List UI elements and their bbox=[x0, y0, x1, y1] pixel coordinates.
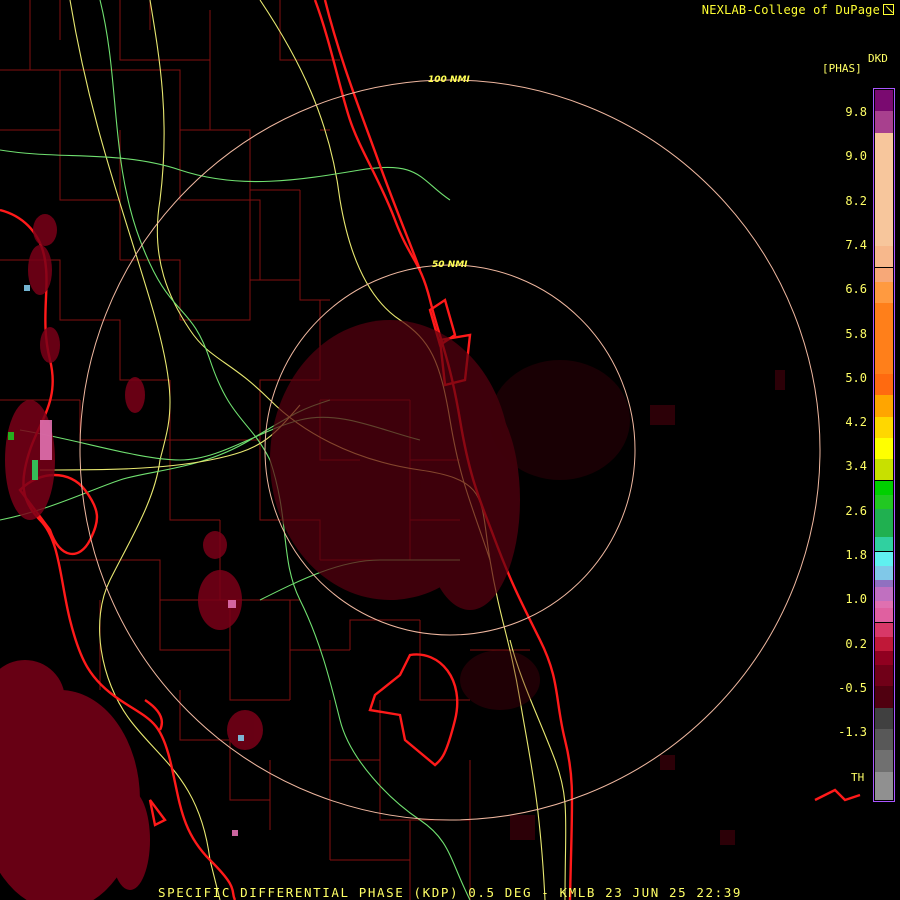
color-scale-tick: 8.2 bbox=[845, 193, 867, 208]
color-scale-tick: 2.6 bbox=[845, 503, 867, 518]
color-swatch bbox=[875, 579, 893, 587]
color-swatch bbox=[875, 650, 893, 666]
color-swatch bbox=[875, 707, 893, 729]
color-swatch bbox=[875, 374, 893, 396]
color-swatch bbox=[875, 551, 893, 566]
color-scale-tick: 4.2 bbox=[845, 415, 867, 430]
color-swatch bbox=[875, 246, 893, 268]
color-scale-tick: -1.3 bbox=[838, 725, 867, 740]
color-swatch bbox=[875, 90, 893, 112]
color-scale-tick: 0.2 bbox=[845, 636, 867, 651]
color-swatch bbox=[875, 636, 893, 651]
credit-label: NEXLAB-College of DuPage bbox=[701, 3, 880, 17]
color-scale-tick: 3.4 bbox=[845, 459, 867, 474]
color-swatch bbox=[875, 771, 893, 800]
color-swatch bbox=[875, 111, 893, 133]
credit-text: NEXLAB-College of DuPage bbox=[702, 3, 894, 17]
color-scale-tick: 5.8 bbox=[845, 326, 867, 341]
color-swatch bbox=[875, 608, 893, 623]
color-swatch bbox=[875, 459, 893, 481]
color-swatch bbox=[875, 416, 893, 438]
color-swatch bbox=[875, 508, 893, 538]
color-swatch bbox=[875, 494, 893, 509]
units-label: [PHAS] bbox=[822, 62, 862, 75]
color-scale bbox=[873, 88, 895, 802]
color-swatch bbox=[875, 601, 893, 609]
product-code: DKD bbox=[868, 52, 888, 65]
ring-label-100: 100 NMI bbox=[428, 75, 470, 85]
color-scale-tick: 9.0 bbox=[845, 149, 867, 164]
color-swatch bbox=[875, 686, 893, 708]
color-swatch bbox=[875, 587, 893, 602]
th-label: TH bbox=[851, 771, 865, 784]
ring-label-50: 50 NMI bbox=[432, 260, 468, 270]
color-scale-tick: 6.6 bbox=[845, 282, 867, 297]
color-swatch bbox=[875, 665, 893, 687]
color-swatch bbox=[875, 537, 893, 552]
color-scale-tick: 7.4 bbox=[845, 237, 867, 252]
color-swatch bbox=[875, 303, 893, 374]
color-scale-tick: 9.8 bbox=[845, 105, 867, 119]
color-swatch bbox=[875, 395, 893, 417]
color-swatch bbox=[875, 267, 893, 282]
color-swatch bbox=[875, 729, 893, 751]
color-scale-tick: 5.0 bbox=[845, 370, 867, 385]
color-swatch bbox=[875, 437, 893, 460]
color-scale-tick: -0.5 bbox=[838, 680, 867, 695]
radar-map: 100 NMI 50 NMI bbox=[0, 0, 861, 900]
color-swatch bbox=[875, 622, 893, 637]
color-swatch bbox=[875, 750, 893, 772]
color-swatch bbox=[875, 281, 893, 303]
color-scale-tick: 1.0 bbox=[845, 592, 867, 607]
color-swatch bbox=[875, 132, 893, 247]
color-swatch bbox=[875, 565, 893, 580]
color-scale-tick: 1.8 bbox=[845, 548, 867, 562]
clear-air-echoes bbox=[270, 320, 785, 845]
color-swatch bbox=[875, 480, 893, 495]
precip-echoes bbox=[0, 214, 263, 900]
product-footer: SPECIFIC DIFFERENTIAL PHASE (KDP) 0.5 DE… bbox=[157, 885, 743, 900]
logo-icon bbox=[883, 4, 894, 15]
